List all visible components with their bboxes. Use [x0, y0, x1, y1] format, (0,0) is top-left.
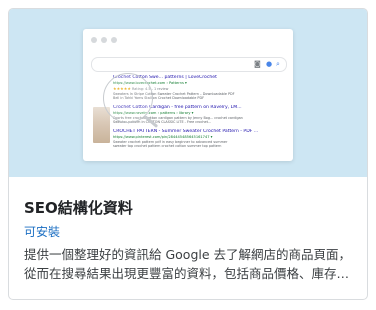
installable-badge: 可安裝 [24, 225, 61, 239]
window-dot [111, 37, 117, 43]
result-snippet: sweater top crochet pattern crochet cott… [113, 144, 222, 149]
card-illustration: ◙ ● ⌕ Crochet Cotton Swe... patterns | L… [9, 9, 367, 177]
card-description: 提供一個整理好的資訊給 Google 去了解網店的商品頁面，從而在搜尋結果出現更… [24, 247, 352, 281]
microphone-icon: ● [266, 60, 273, 68]
search-bar: ◙ ● ⌕ [91, 57, 287, 72]
app-card[interactable]: ◙ ● ⌕ Crochet Cotton Swe... patterns | L… [8, 8, 368, 300]
search-icon: ⌕ [276, 60, 280, 68]
window-dot [101, 37, 107, 43]
search-result: CROCHET PATTERN - Summer Sweater Crochet… [113, 129, 285, 149]
browser-mockup: ◙ ● ⌕ Crochet Cotton Swe... patterns | L… [83, 29, 293, 161]
camera-icon: ◙ [254, 60, 261, 68]
window-controls [91, 37, 117, 43]
card-title[interactable]: SEO結構化資料 [24, 197, 133, 218]
result-snippet: Sweater pattern in COTTON CLASSIC LITE -… [113, 120, 212, 125]
window-dot [91, 37, 97, 43]
